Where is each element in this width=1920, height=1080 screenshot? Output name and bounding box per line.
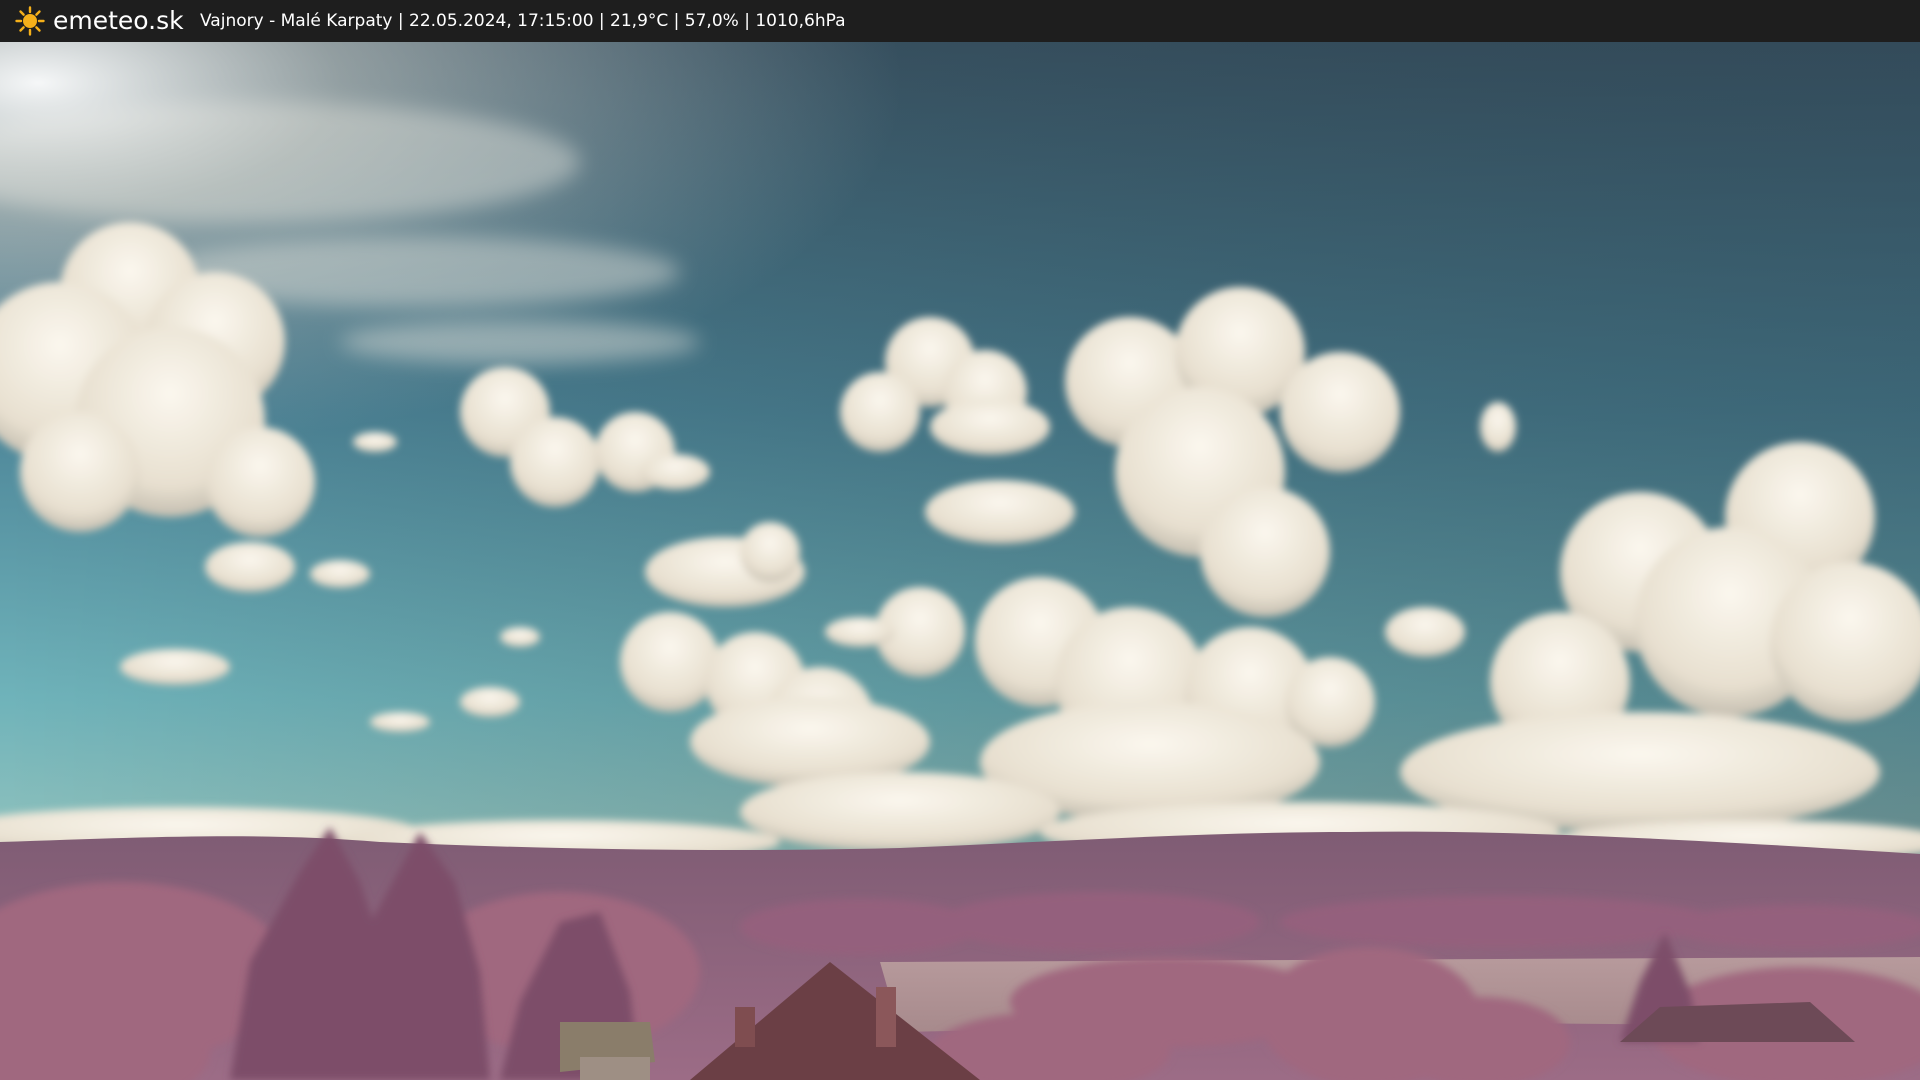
webcam-header-bar: emeteo.sk Vajnory - Malé Karpaty | 22.05… bbox=[0, 0, 1920, 42]
site-brand-name: emeteo.sk bbox=[53, 6, 184, 35]
chimney bbox=[735, 1007, 755, 1047]
webcam-image bbox=[0, 42, 1920, 1080]
weather-caption: Vajnory - Malé Karpaty | 22.05.2024, 17:… bbox=[200, 11, 846, 31]
chimney bbox=[876, 987, 896, 1047]
sun-icon bbox=[15, 6, 45, 36]
